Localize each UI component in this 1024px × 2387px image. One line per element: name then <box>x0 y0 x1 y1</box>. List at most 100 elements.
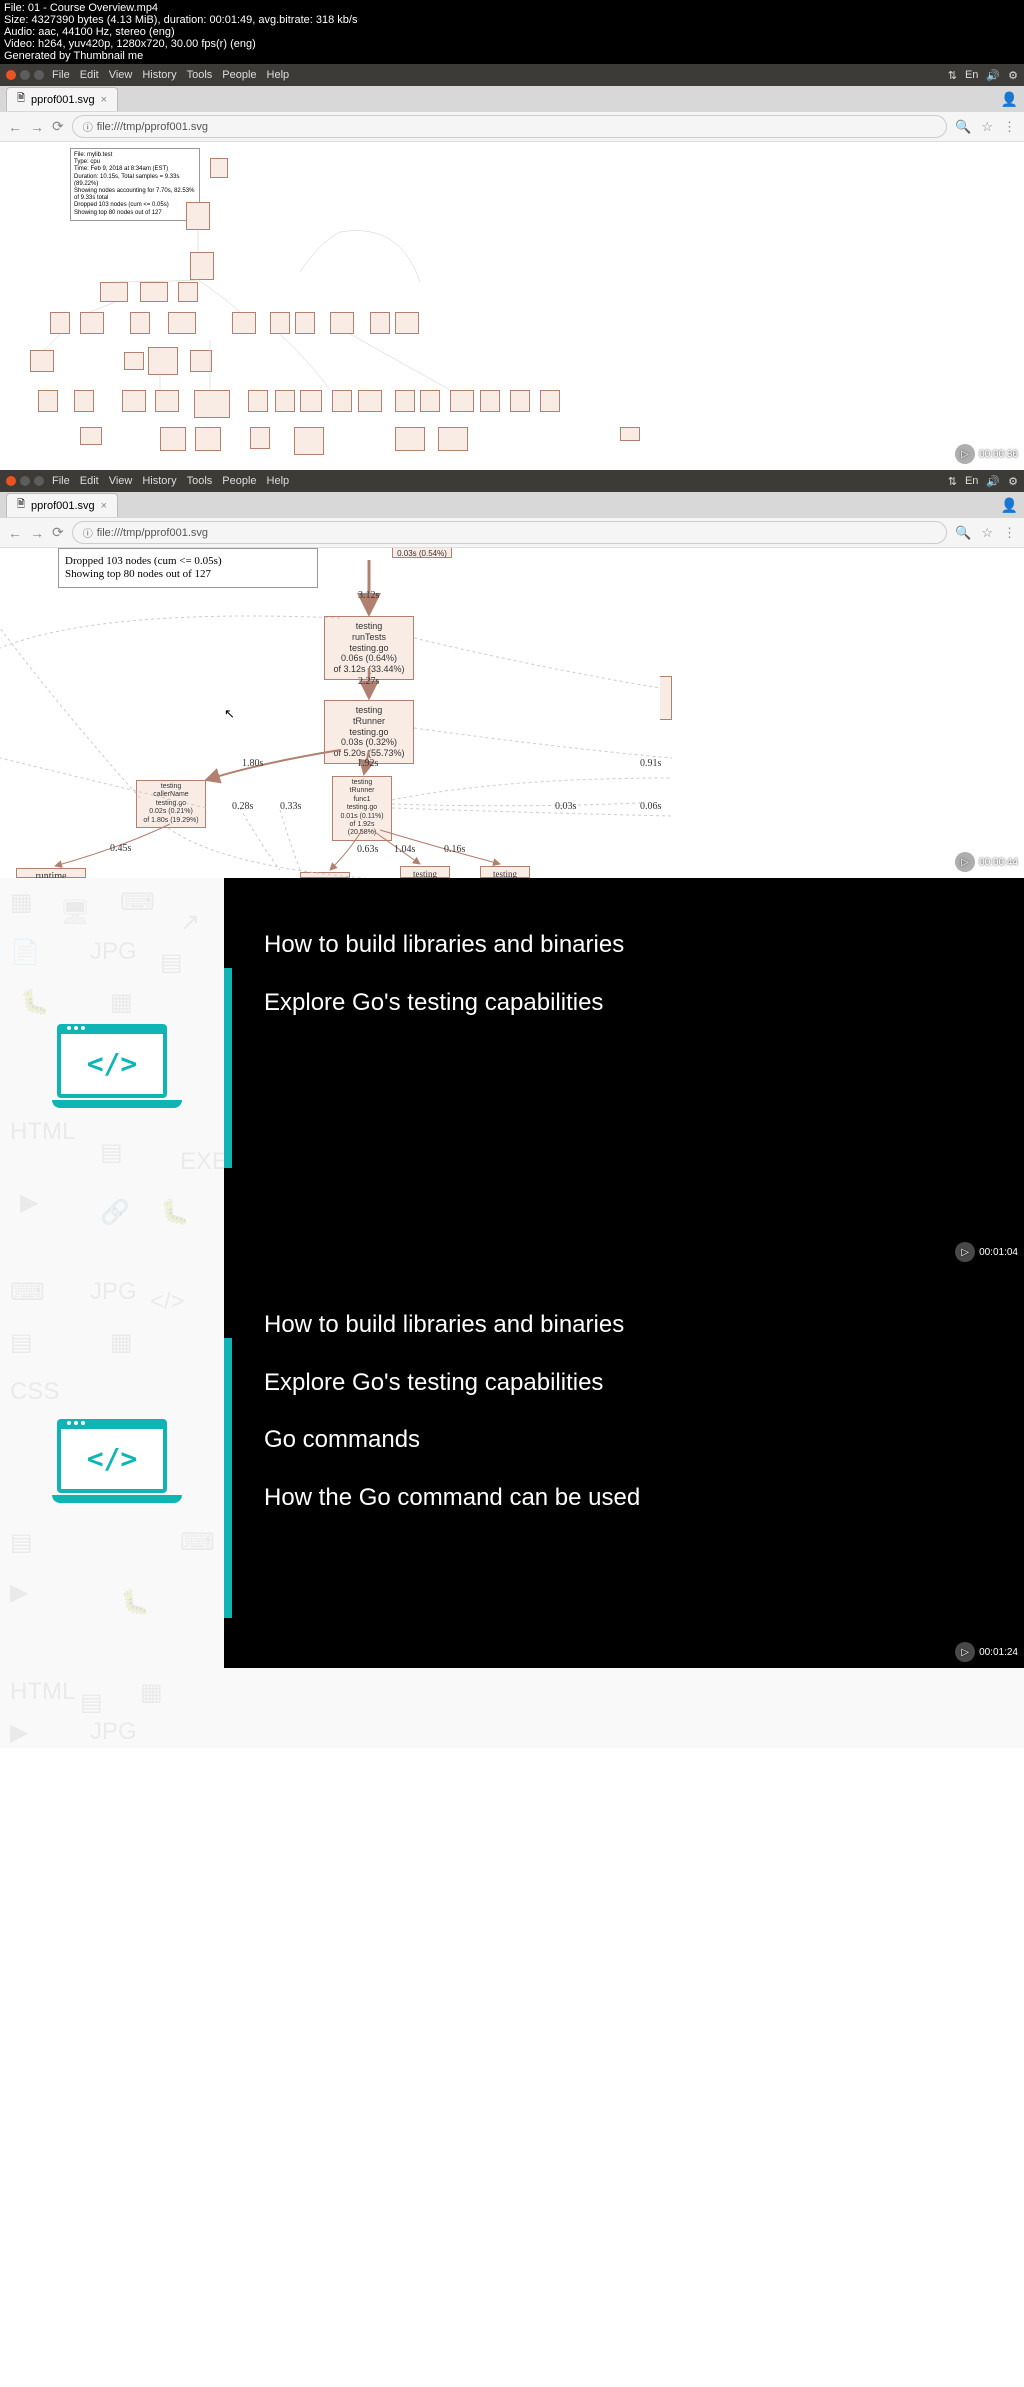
timestamp: ▷ 00:00:44 <box>955 852 1018 872</box>
node-trunner: testing tRunner testing.go 0.03s (0.32%)… <box>324 700 414 764</box>
graph-node <box>270 312 290 334</box>
back-button[interactable]: ← <box>8 525 22 541</box>
graph-node <box>160 427 186 451</box>
slide-left-panel: ▦ 🖥 ⌨ ↗ 📄 JPG ▤ 🐛 ▦ HTML ▤ EXE ▶ 🔗 🐛 </> <box>0 878 224 1268</box>
graph-node <box>332 390 352 412</box>
star-icon[interactable]: ☆ <box>981 525 993 541</box>
profile-icon[interactable]: 👤 <box>1001 497 1018 514</box>
settings-icon[interactable]: ⚙ <box>1008 475 1018 488</box>
edge-label: 0.45s <box>110 843 131 854</box>
meta-line: Audio: aac, 44100 Hz, stereo (eng) <box>4 26 1020 38</box>
info-icon[interactable]: ⓘ <box>83 119 93 134</box>
graph-node <box>395 312 419 334</box>
tab-close-button[interactable]: × <box>101 94 107 106</box>
menu-help[interactable]: Help <box>267 475 290 487</box>
more-icon[interactable]: ⋮ <box>1003 525 1016 541</box>
url-input[interactable]: ⓘ file:///tmp/pprof001.svg <box>72 115 947 138</box>
browser-window-1: File Edit View History Tools People Help… <box>0 64 1024 470</box>
more-icon[interactable]: ⋮ <box>1003 119 1016 135</box>
graph-node <box>80 312 104 334</box>
graph-node <box>210 158 228 178</box>
menu-file[interactable]: File <box>52 69 70 81</box>
browser-tab[interactable]: 🗎 pprof001.svg × <box>6 493 118 517</box>
maximize-window-button[interactable] <box>34 70 44 80</box>
tab-bar: 🗎 pprof001.svg × 👤 <box>0 86 1024 112</box>
info-icon[interactable]: ⓘ <box>83 525 93 540</box>
zoom-icon[interactable]: 🔍 <box>955 525 971 541</box>
reload-button[interactable]: ⟳ <box>52 118 64 135</box>
lang-badge[interactable]: En <box>965 475 978 487</box>
graph-node <box>186 202 210 230</box>
code-icon: </> <box>87 1047 138 1080</box>
menu-tools[interactable]: Tools <box>187 475 213 487</box>
graph-node-clip <box>660 676 672 720</box>
forward-button[interactable]: → <box>30 119 44 135</box>
edge-label: 0.91s <box>640 758 661 769</box>
graph-node <box>295 312 315 334</box>
menu-bar: File Edit View History Tools People Help <box>52 475 289 487</box>
menu-history[interactable]: History <box>142 475 176 487</box>
star-icon[interactable]: ☆ <box>981 119 993 135</box>
url-text: file:///tmp/pprof001.svg <box>97 527 208 539</box>
graph-node <box>480 390 500 412</box>
volume-icon[interactable]: 🔊 <box>986 475 1000 488</box>
edge-label: 1.80s <box>242 758 263 769</box>
menu-tools[interactable]: Tools <box>187 69 213 81</box>
browser-tab[interactable]: 🗎 pprof001.svg × <box>6 87 118 111</box>
reload-button[interactable]: ⟳ <box>52 524 64 541</box>
url-bar: ← → ⟳ ⓘ file:///tmp/pprof001.svg 🔍 ☆ ⋮ <box>0 112 1024 142</box>
tab-close-button[interactable]: × <box>101 500 107 512</box>
file-icon: 🗎 <box>17 91 25 108</box>
slide-text-2: Explore Go's testing capabilities <box>264 986 984 1020</box>
slide-text-1: How to build libraries and binaries <box>264 928 984 962</box>
sync-icon[interactable]: ⇅ <box>948 475 957 488</box>
volume-icon[interactable]: 🔊 <box>986 69 1000 82</box>
graph-node <box>395 390 415 412</box>
close-window-button[interactable] <box>6 70 16 80</box>
menu-history[interactable]: History <box>142 69 176 81</box>
file-icon: 🗎 <box>17 497 25 514</box>
graph-node <box>450 390 474 412</box>
edge-label: 0.03s <box>555 801 576 812</box>
graph-node <box>50 312 70 334</box>
back-button[interactable]: ← <box>8 119 22 135</box>
urlbar-right: 🔍 ☆ ⋮ <box>955 525 1016 541</box>
sync-icon[interactable]: ⇅ <box>948 69 957 82</box>
close-window-button[interactable] <box>6 476 16 486</box>
edge-label: 0.28s <box>232 801 253 812</box>
graph-node <box>358 390 382 412</box>
menu-help[interactable]: Help <box>267 69 290 81</box>
url-bar: ← → ⟳ ⓘ file:///tmp/pprof001.svg 🔍 ☆ ⋮ <box>0 518 1024 548</box>
settings-icon[interactable]: ⚙ <box>1008 69 1018 82</box>
background-icons: HTML ▤ ▦ ▶ JPG <box>0 1668 1024 1748</box>
menu-file[interactable]: File <box>52 475 70 487</box>
forward-button[interactable]: → <box>30 525 44 541</box>
node-runtime: runtime <box>16 868 86 878</box>
maximize-window-button[interactable] <box>34 476 44 486</box>
edge-label: 1.04s <box>394 844 415 855</box>
play-icon: ▷ <box>955 1242 975 1262</box>
slide-text-2: Explore Go's testing capabilities <box>264 1366 984 1400</box>
slide-text-1: How to build libraries and binaries <box>264 1308 984 1342</box>
slide-2: ⌨ JPG </> ▤ ▦ CSS ▤ ⌨ ▶ 🐛 </> How to bui… <box>0 1268 1024 1668</box>
graph-node <box>438 427 468 451</box>
minimize-window-button[interactable] <box>20 70 30 80</box>
profile-icon[interactable]: 👤 <box>1001 91 1018 108</box>
titlebar-right: ⇅ En 🔊 ⚙ <box>948 69 1018 82</box>
menu-people[interactable]: People <box>222 475 256 487</box>
zoom-icon[interactable]: 🔍 <box>955 119 971 135</box>
tab-bar: 🗎 pprof001.svg × 👤 <box>0 492 1024 518</box>
graph-node <box>540 390 560 412</box>
url-input[interactable]: ⓘ file:///tmp/pprof001.svg <box>72 521 947 544</box>
menu-edit[interactable]: Edit <box>80 69 99 81</box>
menu-view[interactable]: View <box>109 69 133 81</box>
menu-view[interactable]: View <box>109 475 133 487</box>
play-icon: ▷ <box>955 444 975 464</box>
minimize-window-button[interactable] <box>20 476 30 486</box>
menu-edit[interactable]: Edit <box>80 475 99 487</box>
code-icon: </> <box>87 1442 138 1475</box>
lang-badge[interactable]: En <box>965 69 978 81</box>
edge-label: 0.06s <box>640 801 661 812</box>
menu-people[interactable]: People <box>222 69 256 81</box>
urlbar-right: 🔍 ☆ ⋮ <box>955 119 1016 135</box>
